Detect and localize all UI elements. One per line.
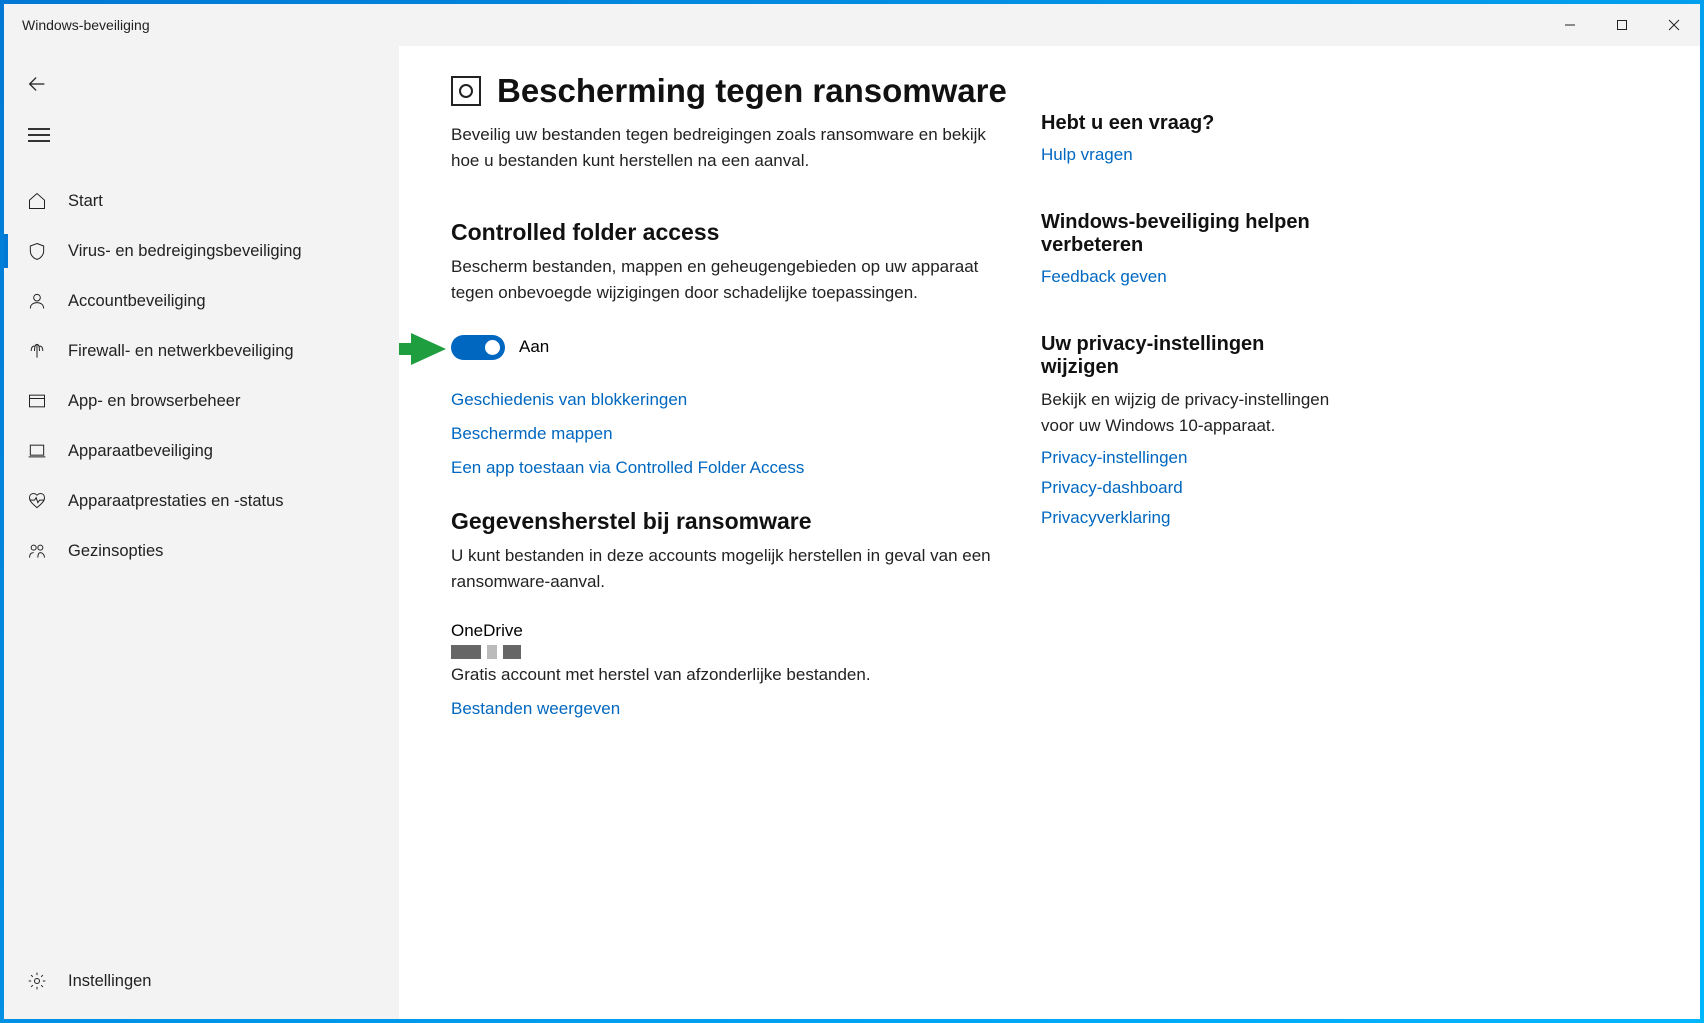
maximize-button[interactable]: [1596, 4, 1648, 46]
sidebar-item-account[interactable]: Accountbeveiliging: [4, 276, 399, 326]
sidebar-item-label: Start: [68, 192, 103, 211]
sidebar-item-label: App- en browserbeheer: [68, 392, 240, 411]
link-allow-app[interactable]: Een app toestaan via Controlled Folder A…: [451, 458, 1011, 478]
sidebar-item-settings[interactable]: Instellingen: [4, 953, 399, 1009]
cfa-toggle[interactable]: [451, 335, 505, 360]
link-privacy-settings[interactable]: Privacy-instellingen: [1041, 448, 1341, 468]
cfa-description: Bescherm bestanden, mappen en geheugenge…: [451, 254, 1011, 307]
sidebar-item-label: Apparaatbeveiliging: [68, 442, 213, 461]
device-icon: [26, 440, 48, 462]
gear-icon: [26, 970, 48, 992]
heart-icon: [26, 490, 48, 512]
sidebar-item-device-security[interactable]: Apparaatbeveiliging: [4, 426, 399, 476]
aside-question-title: Hebt u een vraag?: [1041, 112, 1341, 135]
sidebar-item-firewall[interactable]: Firewall- en netwerkbeveiliging: [4, 326, 399, 376]
sidebar-item-label: Apparaatprestaties en -status: [68, 492, 284, 511]
sidebar-item-label: Instellingen: [68, 972, 151, 991]
annotation-arrow: [399, 329, 446, 369]
link-block-history[interactable]: Geschiedenis van blokkeringen: [451, 390, 1011, 410]
sidebar-item-start[interactable]: Start: [4, 176, 399, 226]
link-feedback[interactable]: Feedback geven: [1041, 267, 1341, 287]
aside-privacy-title: Uw privacy-instellingen wijzigen: [1041, 333, 1341, 379]
family-icon: [26, 540, 48, 562]
page-title: Bescherming tegen ransomware: [451, 72, 1011, 110]
sidebar-item-label: Virus- en bedreigingsbeveiliging: [68, 242, 302, 261]
link-privacy-dashboard[interactable]: Privacy-dashboard: [1041, 478, 1341, 498]
link-privacy-statement[interactable]: Privacyverklaring: [1041, 508, 1341, 528]
home-icon: [26, 190, 48, 212]
sidebar-item-label: Accountbeveiliging: [68, 292, 206, 311]
link-get-help[interactable]: Hulp vragen: [1041, 145, 1341, 165]
cfa-title: Controlled folder access: [451, 219, 1011, 246]
aside-privacy-desc: Bekijk en wijzig de privacy-instellingen…: [1041, 387, 1341, 438]
aside-improve-title: Windows-beveiliging helpen verbeteren: [1041, 211, 1341, 257]
sidebar-item-performance[interactable]: Apparaatprestaties en -status: [4, 476, 399, 526]
close-button[interactable]: [1648, 4, 1700, 46]
window-title: Windows-beveiliging: [4, 17, 150, 33]
shield-icon: [26, 240, 48, 262]
sidebar-item-label: Gezinsopties: [68, 542, 163, 561]
sidebar-item-family[interactable]: Gezinsopties: [4, 526, 399, 576]
sidebar-item-label: Firewall- en netwerkbeveiliging: [68, 342, 294, 361]
onedrive-account-redacted: [451, 645, 1011, 659]
link-view-files[interactable]: Bestanden weergeven: [451, 699, 1011, 719]
onedrive-description: Gratis account met herstel van afzonderl…: [451, 665, 1011, 685]
app-icon: [26, 390, 48, 412]
hamburger-menu-button[interactable]: [4, 110, 399, 158]
onedrive-title: OneDrive: [451, 621, 1011, 641]
sidebar-item-virus-threat[interactable]: Virus- en bedreigingsbeveiliging: [4, 226, 399, 276]
back-button[interactable]: [26, 64, 66, 104]
cfa-toggle-label: Aan: [519, 337, 549, 357]
ransomware-icon: [451, 76, 481, 106]
page-description: Beveilig uw bestanden tegen bedreigingen…: [451, 122, 1011, 173]
recovery-description: U kunt bestanden in deze accounts mogeli…: [451, 543, 1011, 596]
network-icon: [26, 340, 48, 362]
titlebar: Windows-beveiliging: [4, 4, 1700, 46]
minimize-button[interactable]: [1544, 4, 1596, 46]
app-window: Windows-beveiliging: [4, 4, 1700, 1019]
recovery-title: Gegevensherstel bij ransomware: [451, 508, 1011, 535]
sidebar: Start Virus- en bedreigingsbeveiliging A…: [4, 46, 399, 1019]
link-protected-folders[interactable]: Beschermde mappen: [451, 424, 1011, 444]
person-icon: [26, 290, 48, 312]
sidebar-item-app-browser[interactable]: App- en browserbeheer: [4, 376, 399, 426]
content-area: Bescherming tegen ransomware Beveilig uw…: [399, 46, 1700, 1019]
